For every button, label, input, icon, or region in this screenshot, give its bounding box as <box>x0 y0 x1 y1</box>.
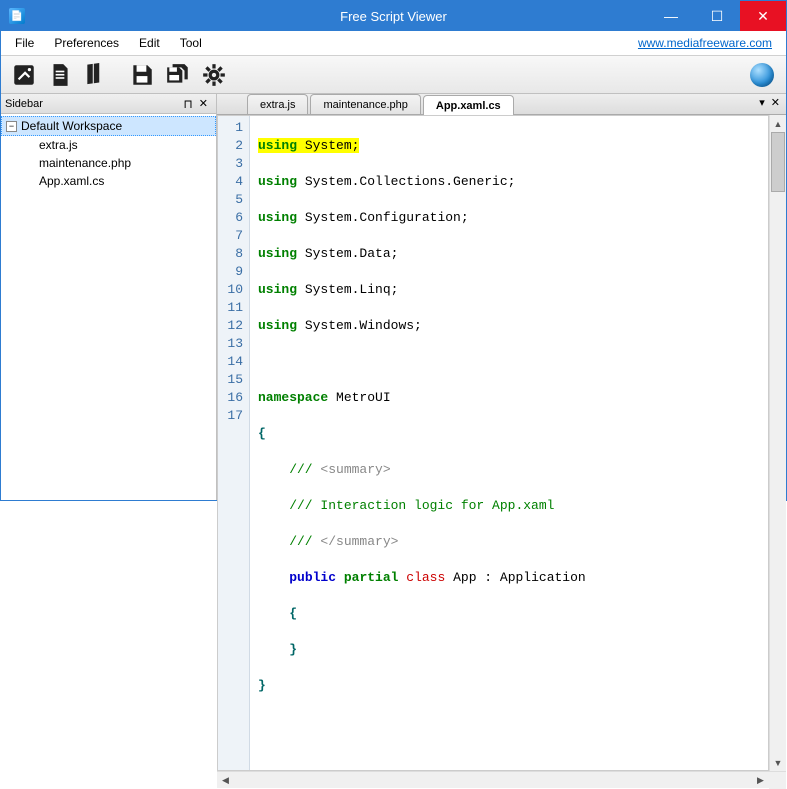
close-button[interactable]: ✕ <box>740 1 786 31</box>
pin-icon[interactable]: ⊓ <box>181 97 194 111</box>
save-button[interactable] <box>125 59 159 91</box>
app-icon: 📄 <box>9 8 25 24</box>
tab-extra-js[interactable]: extra.js <box>247 94 308 114</box>
sidebar-header: Sidebar ⊓ ✕ <box>1 94 216 114</box>
tree-collapse-icon[interactable]: − <box>6 121 17 132</box>
scroll-down-icon[interactable]: ▼ <box>770 754 786 771</box>
maximize-button[interactable]: ☐ <box>694 1 740 31</box>
toolbar <box>1 56 786 94</box>
menubar: File Preferences Edit Tool www.mediafree… <box>1 31 786 56</box>
sidebar-tree: − Default Workspace extra.js maintenance… <box>1 114 216 500</box>
scroll-right-icon[interactable]: ▶ <box>752 775 769 786</box>
new-file-button[interactable] <box>7 59 41 91</box>
window-controls: — ☐ ✕ <box>648 1 786 31</box>
tree-root[interactable]: − Default Workspace <box>1 116 216 136</box>
code-area[interactable]: using System; using System.Collections.G… <box>250 116 768 770</box>
body-area: Sidebar ⊓ ✕ − Default Workspace extra.js… <box>1 94 786 500</box>
tab-dropdown-icon[interactable]: ▾ <box>759 96 765 109</box>
minimize-button[interactable]: — <box>648 1 694 31</box>
sidebar-close-icon[interactable]: ✕ <box>195 97 212 110</box>
tab-app-xaml-cs[interactable]: App.xaml.cs <box>423 95 514 115</box>
tab-strip: extra.js maintenance.php App.xaml.cs ▾ ✕ <box>217 94 786 115</box>
menu-tool[interactable]: Tool <box>170 33 212 53</box>
tab-close-icon[interactable]: ✕ <box>771 96 780 109</box>
scroll-thumb[interactable] <box>771 132 785 192</box>
menu-edit[interactable]: Edit <box>129 33 170 53</box>
tab-maintenance-php[interactable]: maintenance.php <box>310 94 420 114</box>
settings-button[interactable] <box>197 59 231 91</box>
window-title: Free Script Viewer <box>340 9 447 24</box>
globe-icon[interactable] <box>750 63 774 87</box>
tree-item[interactable]: maintenance.php <box>1 154 216 172</box>
tree-item[interactable]: extra.js <box>1 136 216 154</box>
folder-button[interactable] <box>79 59 113 91</box>
sidebar: Sidebar ⊓ ✕ − Default Workspace extra.js… <box>1 94 217 500</box>
sidebar-title: Sidebar <box>5 98 43 110</box>
menu-file[interactable]: File <box>5 33 44 53</box>
editor-pane: extra.js maintenance.php App.xaml.cs ▾ ✕… <box>217 94 786 500</box>
vendor-link[interactable]: www.mediafreeware.com <box>638 36 782 50</box>
document-button[interactable] <box>43 59 77 91</box>
horizontal-scrollbar[interactable]: ◀ ▶ <box>217 771 786 788</box>
line-gutter: 1 2 3 4 5 6 7 8 9 10 11 12 13 <box>218 116 250 770</box>
save-all-button[interactable] <box>161 59 195 91</box>
app-window: 📄 Free Script Viewer — ☐ ✕ File Preferen… <box>0 0 787 501</box>
tree-root-label: Default Workspace <box>21 119 122 133</box>
tree-item[interactable]: App.xaml.cs <box>1 172 216 190</box>
vertical-scrollbar[interactable]: ▲ ▼ <box>769 115 786 771</box>
scroll-left-icon[interactable]: ◀ <box>217 775 234 786</box>
scroll-up-icon[interactable]: ▲ <box>770 115 786 132</box>
menu-preferences[interactable]: Preferences <box>44 33 129 53</box>
code-editor[interactable]: 1 2 3 4 5 6 7 8 9 10 11 12 13 <box>217 115 769 771</box>
titlebar: 📄 Free Script Viewer — ☐ ✕ <box>1 1 786 31</box>
